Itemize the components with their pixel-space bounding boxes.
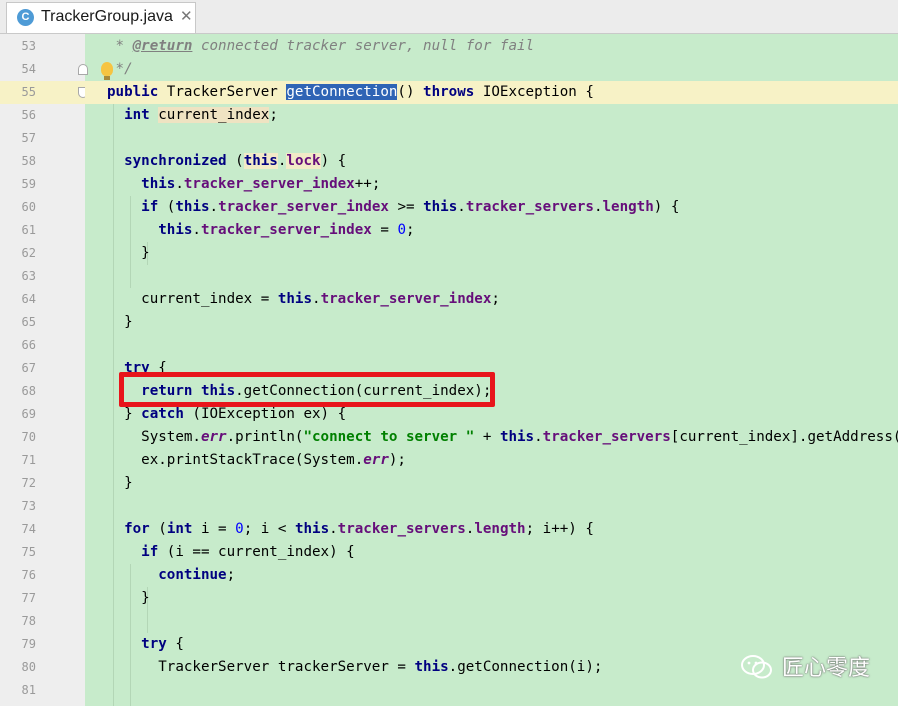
editor-tab-bar: C TrackerGroup.java ✕ bbox=[0, 0, 898, 34]
gutter-row: 74 bbox=[0, 518, 85, 541]
highlight-annotation-box bbox=[119, 372, 495, 407]
line-number: 54 bbox=[21, 62, 36, 76]
gutter-row: 57 bbox=[0, 127, 85, 150]
java-class-icon: C bbox=[17, 9, 34, 26]
line-number: 59 bbox=[21, 177, 36, 191]
line-number: 73 bbox=[21, 499, 36, 513]
gutter-row: 56 bbox=[0, 104, 85, 127]
code-editor[interactable]: * @return connected tracker server, null… bbox=[85, 34, 898, 706]
code-line: synchronized (this.lock) { bbox=[124, 153, 347, 169]
line-number: 58 bbox=[21, 154, 36, 168]
code-line: System.err.println("connect to server " … bbox=[107, 429, 898, 445]
watermark: 匠心零度 bbox=[740, 648, 890, 684]
line-number-gutter[interactable]: 53 54 55 56 57 58 59 60 61 62 63 64 65 66 67 68 69 70 71 72… bbox=[0, 34, 113, 706]
file-tab-trackergroup[interactable]: C TrackerGroup.java ✕ bbox=[6, 2, 196, 33]
gutter-row: 62 bbox=[0, 242, 85, 265]
code-line: int current_index; bbox=[124, 107, 278, 123]
code-line: } bbox=[107, 245, 150, 261]
line-number: 61 bbox=[21, 223, 36, 237]
code-line: if (i == current_index) { bbox=[141, 544, 355, 560]
line-number: 74 bbox=[21, 522, 36, 536]
watermark-text: 匠心零度 bbox=[782, 656, 871, 681]
gutter-row: 69 bbox=[0, 403, 85, 426]
line-number: 72 bbox=[21, 476, 36, 490]
line-number: 78 bbox=[21, 614, 36, 628]
code-line: if (this.tracker_server_index >= this.tr… bbox=[141, 199, 680, 215]
close-tab-icon[interactable]: ✕ bbox=[180, 7, 193, 25]
gutter-row: 78 bbox=[0, 610, 85, 633]
code-line: this.tracker_server_index = 0; bbox=[158, 222, 415, 238]
code-line: TrackerServer trackerServer = this.getCo… bbox=[107, 659, 603, 675]
code-line: continue; bbox=[158, 567, 236, 583]
code-line: } bbox=[107, 314, 133, 330]
gutter-row: 59 bbox=[0, 173, 85, 196]
gutter-row: 65 bbox=[0, 311, 85, 334]
code-line: } bbox=[107, 475, 133, 491]
line-number: 79 bbox=[21, 637, 36, 651]
line-number: 70 bbox=[21, 430, 36, 444]
gutter-row: 54 bbox=[0, 58, 88, 81]
line-number: 53 bbox=[21, 39, 36, 53]
line-number: 76 bbox=[21, 568, 36, 582]
code-line: public TrackerServer getConnection() thr… bbox=[107, 84, 594, 100]
line-number: 77 bbox=[21, 591, 36, 605]
line-number: 62 bbox=[21, 246, 36, 260]
code-line: current_index = this.tracker_server_inde… bbox=[107, 291, 500, 307]
line-number: 80 bbox=[21, 660, 36, 674]
gutter-row: 75 bbox=[0, 541, 85, 564]
line-number: 65 bbox=[21, 315, 36, 329]
line-number: 67 bbox=[21, 361, 36, 375]
gutter-row: 77 bbox=[0, 587, 85, 610]
code-line: this.tracker_server_index++; bbox=[141, 176, 381, 192]
line-number: 56 bbox=[21, 108, 36, 122]
tab-title: TrackerGroup.java bbox=[41, 8, 173, 25]
gutter-row: 63 bbox=[0, 265, 85, 288]
gutter-row: 67 bbox=[0, 357, 85, 380]
gutter-row: 71 bbox=[0, 449, 85, 472]
wechat-icon bbox=[741, 655, 772, 679]
gutter-row: 58 bbox=[0, 150, 85, 173]
gutter-row: 80 bbox=[0, 656, 85, 679]
gutter-row: 61 bbox=[0, 219, 85, 242]
gutter-row: 60 bbox=[0, 196, 85, 219]
gutter-row: 72 bbox=[0, 472, 85, 495]
line-number: 71 bbox=[21, 453, 36, 467]
line-number: 81 bbox=[21, 683, 36, 697]
code-line: ex.printStackTrace(System.err); bbox=[107, 452, 406, 468]
line-number: 60 bbox=[21, 200, 36, 214]
gutter-row: 55 bbox=[0, 81, 88, 104]
line-number: 55 bbox=[21, 85, 36, 99]
line-number: 64 bbox=[21, 292, 36, 306]
line-number: 75 bbox=[21, 545, 36, 559]
line-number: 66 bbox=[21, 338, 36, 352]
code-line: try { bbox=[141, 636, 184, 652]
gutter-row: 79 bbox=[0, 633, 85, 656]
gutter-row: 66 bbox=[0, 334, 85, 357]
gutter-row: 68 bbox=[0, 380, 85, 403]
line-number: 63 bbox=[21, 269, 36, 283]
code-line: for (int i = 0; i < this.tracker_servers… bbox=[124, 521, 594, 537]
line-number: 69 bbox=[21, 407, 36, 421]
gutter-row: 53 bbox=[0, 35, 85, 58]
code-line: * @return connected tracker server, null… bbox=[107, 38, 535, 54]
gutter-row: 70 bbox=[0, 426, 85, 449]
gutter-row: 81 bbox=[0, 679, 85, 702]
line-number: 57 bbox=[21, 131, 36, 145]
gutter-row: 64 bbox=[0, 288, 85, 311]
code-line: */ bbox=[115, 61, 133, 77]
line-number: 68 bbox=[21, 384, 36, 398]
gutter-row: 73 bbox=[0, 495, 85, 518]
gutter-row: 76 bbox=[0, 564, 85, 587]
code-line: } bbox=[107, 590, 150, 606]
